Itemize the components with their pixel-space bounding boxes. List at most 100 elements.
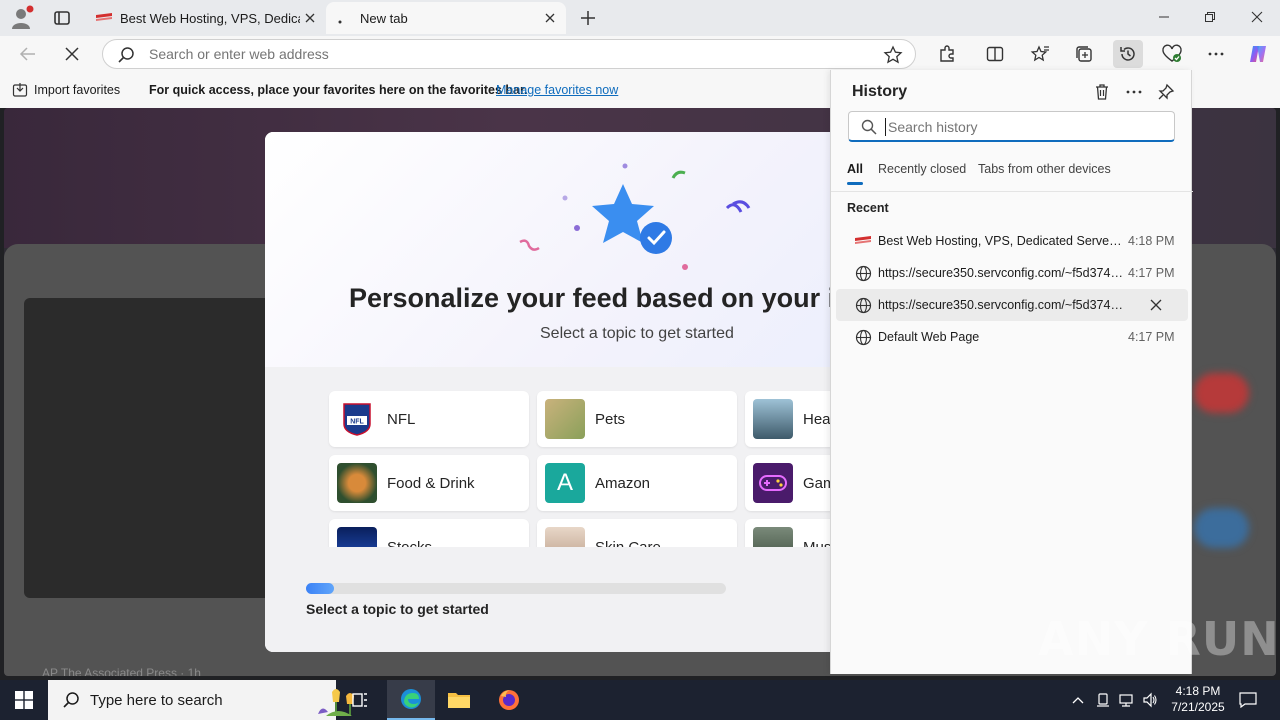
favorites-button[interactable] — [1025, 40, 1055, 68]
close-icon — [65, 47, 79, 61]
browser-essentials-button[interactable] — [1157, 40, 1187, 68]
topic-label: NFL — [387, 410, 416, 428]
anyrun-watermark: ANY RUN — [1038, 612, 1280, 666]
topic-food-drink[interactable]: Food & Drink — [329, 455, 529, 511]
task-view-button[interactable] — [336, 680, 384, 720]
topic-label: Food & Drink — [387, 474, 475, 492]
history-tab-all[interactable]: All — [847, 162, 863, 176]
more-icon — [1126, 90, 1142, 94]
globe-icon — [854, 264, 872, 282]
close-tab-button[interactable] — [540, 8, 560, 28]
topic-stocks[interactable]: Stocks — [329, 519, 529, 547]
close-icon — [305, 13, 315, 23]
back-button[interactable] — [14, 40, 42, 68]
taskbar-file-explorer[interactable] — [435, 680, 483, 720]
import-favorites-label: Import favorites — [34, 83, 121, 97]
taskbar-clock[interactable]: 4:18 PM 7/21/2025 — [1160, 683, 1236, 715]
history-item-title: https://secure350.servconfig.com/~f5d374… — [878, 266, 1124, 280]
history-item-time: 4:17 PM — [1128, 266, 1175, 280]
remove-history-item-button[interactable] — [1144, 293, 1168, 317]
more-icon — [1208, 52, 1224, 56]
history-item[interactable]: https://secure350.servconfig.com/~f5d374… — [836, 289, 1188, 321]
delete-history-button[interactable] — [1090, 80, 1114, 104]
device-icon — [1097, 693, 1109, 707]
address-bar[interactable] — [102, 39, 916, 69]
volume-button[interactable] — [1140, 690, 1160, 710]
hosting-favicon-icon — [96, 10, 112, 26]
history-search-box[interactable] — [848, 111, 1175, 142]
collections-icon — [1076, 46, 1092, 62]
restore-button[interactable] — [1187, 0, 1233, 34]
profile-button[interactable] — [8, 4, 36, 32]
taskbar-edge[interactable] — [387, 680, 435, 720]
tab-actions-button[interactable] — [48, 4, 76, 32]
topic-amazon[interactable]: A Amazon — [537, 455, 737, 511]
navigation-toolbar — [0, 36, 1280, 72]
show-hidden-icons-button[interactable] — [1068, 690, 1088, 710]
plus-icon — [581, 11, 595, 25]
history-item[interactable]: https://secure350.servconfig.com/~f5d374… — [836, 257, 1188, 289]
new-tab-button[interactable] — [576, 6, 600, 30]
address-input[interactable] — [149, 44, 849, 64]
close-window-button[interactable] — [1234, 0, 1280, 34]
recent-section-label: Recent — [847, 201, 889, 215]
task-view-icon — [352, 693, 367, 707]
progress-label: Select a topic to get started — [306, 601, 489, 617]
stocks-photo — [337, 527, 377, 547]
pin-history-button[interactable] — [1154, 80, 1178, 104]
network-button[interactable] — [1116, 690, 1136, 710]
dialog-title: Personalize your feed based on your in — [349, 283, 852, 313]
favorite-star-icon[interactable] — [883, 45, 903, 65]
chevron-up-icon — [1072, 697, 1084, 704]
tab-hosting[interactable]: Best Web Hosting, VPS, Dedicated Servers… — [86, 2, 326, 34]
topic-label: Mus — [803, 538, 832, 548]
heart-pulse-icon — [1162, 44, 1182, 62]
split-screen-button[interactable] — [980, 40, 1010, 68]
taskbar-search-box[interactable]: Type here to search — [48, 680, 354, 720]
gaming-icon — [753, 463, 793, 503]
settings-more-button[interactable] — [1201, 40, 1231, 68]
windows-logo-icon — [15, 691, 33, 709]
notification-icon — [1239, 692, 1257, 708]
history-button[interactable] — [1113, 40, 1143, 68]
history-item-time: 4:18 PM — [1128, 234, 1175, 248]
taskbar-search-placeholder: Type here to search — [90, 691, 223, 709]
health-photo — [753, 399, 793, 439]
notifications-button[interactable] — [1238, 690, 1258, 710]
search-icon — [118, 47, 134, 63]
stop-loading-button[interactable] — [58, 40, 86, 68]
skincare-photo — [545, 527, 585, 547]
manage-favorites-link[interactable]: Manage favorites now — [496, 83, 618, 97]
import-favorites-button[interactable]: Import favorites — [12, 82, 120, 98]
tray-device-button[interactable] — [1093, 690, 1113, 710]
split-screen-icon — [986, 46, 1004, 62]
topic-pets[interactable]: Pets — [537, 391, 737, 447]
history-tab-recently-closed[interactable]: Recently closed — [878, 162, 966, 176]
close-tab-button[interactable] — [300, 8, 320, 28]
globe-icon — [854, 328, 872, 346]
history-tabs: All Recently closed Tabs from other devi… — [831, 162, 1193, 192]
extensions-button[interactable] — [932, 40, 962, 68]
history-item[interactable]: Best Web Hosting, VPS, Dedicated Servers… — [836, 225, 1188, 257]
search-icon — [63, 692, 79, 708]
firefox-icon — [499, 690, 519, 710]
start-button[interactable] — [0, 680, 48, 720]
network-icon — [1119, 694, 1133, 707]
windows-taskbar: Type here to search 4:18 PM 7/21/2025 — [0, 680, 1280, 720]
history-search-input[interactable] — [885, 118, 1165, 136]
topic-skin-care[interactable]: Skin Care — [537, 519, 737, 547]
collections-button[interactable] — [1069, 40, 1099, 68]
history-more-options-button[interactable] — [1122, 80, 1146, 104]
taskbar-firefox[interactable] — [485, 680, 533, 720]
favorites-bar-message: For quick access, place your favorites h… — [149, 83, 528, 97]
news-card — [24, 298, 294, 598]
trash-icon — [1096, 84, 1108, 100]
history-item[interactable]: Default Web Page 4:17 PM — [836, 321, 1188, 353]
copilot-button[interactable] — [1243, 40, 1273, 68]
tab-actions-icon — [54, 11, 70, 25]
news-thumbnail — [1194, 373, 1249, 413]
tab-new-tab[interactable]: New tab — [326, 2, 566, 34]
topic-nfl[interactable]: NFL NFL — [329, 391, 529, 447]
history-tab-other-devices[interactable]: Tabs from other devices — [978, 162, 1111, 176]
minimize-button[interactable] — [1141, 0, 1187, 34]
